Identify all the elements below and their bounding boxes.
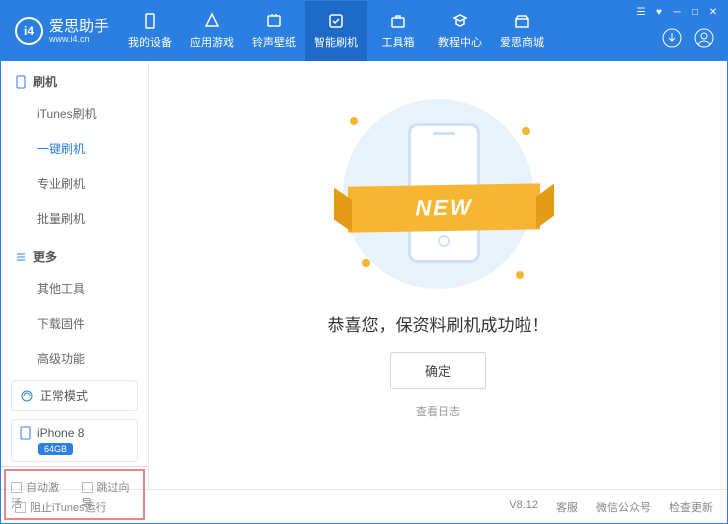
tab-my-device[interactable]: 我的设备: [119, 1, 181, 61]
logo-icon: i4: [15, 17, 43, 45]
tab-flash[interactable]: 智能刷机: [305, 1, 367, 61]
main-content: NEW 恭喜您，保资料刷机成功啦！ 确定 查看日志: [149, 61, 727, 489]
stop-itunes-checkbox[interactable]: 阻止iTunes运行: [15, 499, 107, 515]
tab-store[interactable]: 爱思商城: [491, 1, 553, 61]
sidebar-item-batch-flash[interactable]: 批量刷机: [1, 201, 148, 236]
brand-name: 爱思助手: [49, 19, 109, 34]
sidebar-item-download-firmware[interactable]: 下载固件: [1, 306, 148, 341]
menu-icon[interactable]: ☰: [633, 5, 649, 19]
sidebar-item-itunes-flash[interactable]: iTunes刷机: [1, 96, 148, 131]
user-icon[interactable]: [693, 27, 715, 49]
storage-badge: 64GB: [38, 443, 73, 455]
brand-logo: i4 爱思助手 www.i4.cn: [1, 17, 119, 45]
title-bar: i4 爱思助手 www.i4.cn 我的设备 应用游戏 铃声壁纸 智能刷机 工具…: [1, 1, 727, 61]
ok-button[interactable]: 确定: [390, 352, 486, 389]
sidebar-group-flash: 刷机: [1, 61, 148, 96]
sidebar-item-oneclick-flash[interactable]: 一键刷机: [1, 131, 148, 166]
sidebar-item-other-tools[interactable]: 其他工具: [1, 271, 148, 306]
tshirt-icon[interactable]: ♥: [651, 5, 667, 19]
close-icon[interactable]: ✕: [705, 5, 721, 19]
success-illustration: NEW: [328, 99, 548, 289]
device-mode[interactable]: 正常模式: [11, 380, 138, 411]
version-label: V8.12: [509, 499, 538, 515]
minimize-icon[interactable]: ─: [669, 5, 685, 19]
check-update-link[interactable]: 检查更新: [669, 499, 713, 515]
download-icon[interactable]: [661, 27, 683, 49]
view-log-link[interactable]: 查看日志: [416, 403, 460, 419]
sidebar-item-advanced[interactable]: 高级功能: [1, 341, 148, 376]
sidebar: 刷机 iTunes刷机 一键刷机 专业刷机 批量刷机 更多 其他工具 下载固件 …: [1, 61, 149, 489]
device-name: iPhone 8: [37, 426, 84, 440]
tab-ringtones[interactable]: 铃声壁纸: [243, 1, 305, 61]
wechat-link[interactable]: 微信公众号: [596, 499, 651, 515]
tab-toolbox[interactable]: 工具箱: [367, 1, 429, 61]
brand-sub: www.i4.cn: [49, 34, 109, 44]
tab-apps-games[interactable]: 应用游戏: [181, 1, 243, 61]
maximize-icon[interactable]: □: [687, 5, 703, 19]
new-ribbon: NEW: [348, 183, 540, 232]
sidebar-group-more: 更多: [1, 236, 148, 271]
sidebar-item-pro-flash[interactable]: 专业刷机: [1, 166, 148, 201]
success-message: 恭喜您，保资料刷机成功啦！: [328, 311, 549, 336]
device-info[interactable]: iPhone 8 64GB: [11, 419, 138, 462]
support-link[interactable]: 客服: [556, 499, 578, 515]
tab-tutorials[interactable]: 教程中心: [429, 1, 491, 61]
